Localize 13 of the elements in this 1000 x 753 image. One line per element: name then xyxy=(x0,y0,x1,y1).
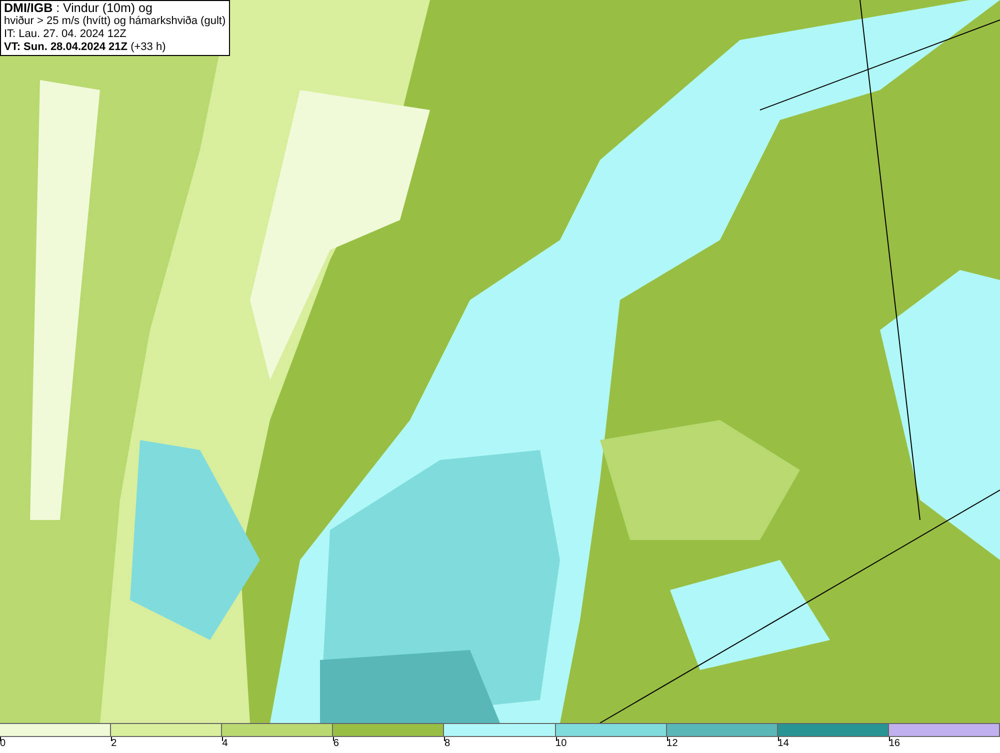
legend-label: 8 xyxy=(444,738,450,749)
legend-label: 6 xyxy=(333,738,339,749)
legend-label: 12 xyxy=(666,738,678,749)
info-text: VT: Sun. 28.04.2024 21Z (+33 h) xyxy=(4,41,167,54)
legend-label: 2 xyxy=(111,738,117,749)
legend-label: 14 xyxy=(778,738,789,749)
info-text: DMI/IGB : Vindur (10m) og xyxy=(4,2,154,15)
legend-label: 16 xyxy=(888,738,900,749)
legend-label: 10 xyxy=(556,738,567,749)
legend-label: 4 xyxy=(222,738,228,749)
info-text: IT: Lau. 27. 04. 2024 12Z xyxy=(4,28,128,41)
legend-label: 0 xyxy=(0,738,6,749)
info-text: hviður > 25 m/s (hvítt) og hámarkshviða (gult) xyxy=(4,15,226,28)
